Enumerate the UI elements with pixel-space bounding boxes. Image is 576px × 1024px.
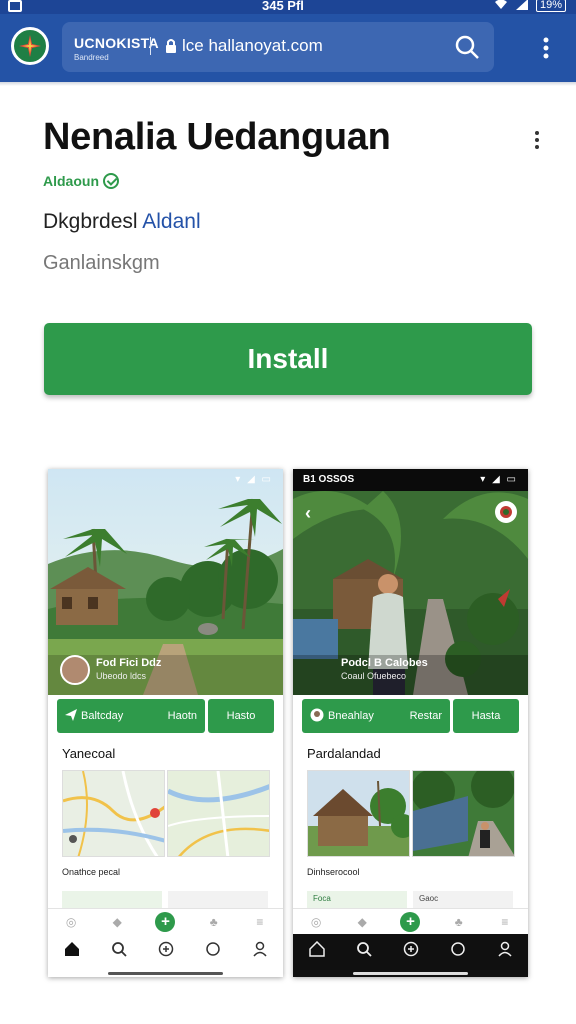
profile-icon[interactable] xyxy=(252,941,268,957)
browser-menu-icon[interactable] xyxy=(538,36,554,60)
plus-icon[interactable]: + xyxy=(155,911,176,932)
home-icon[interactable] xyxy=(64,941,80,957)
chip[interactable]: Gaoc xyxy=(413,891,513,908)
explore-icon[interactable]: ◎ xyxy=(63,914,79,930)
photo-thumbnail[interactable] xyxy=(307,770,410,857)
wifi-icon xyxy=(494,0,508,13)
search-icon[interactable] xyxy=(356,941,372,957)
browser-brand-name: UCNOKISTA xyxy=(74,35,159,51)
action-row: Bneahlay Restar Hasta xyxy=(293,699,528,735)
post-title: Podcl B Calobes xyxy=(341,657,428,669)
search-icon[interactable] xyxy=(111,941,127,957)
home-indicator xyxy=(353,972,468,975)
chat-icon[interactable] xyxy=(205,941,221,957)
leaf-icon[interactable]: ♣ xyxy=(451,914,467,930)
lock-icon xyxy=(165,38,177,54)
developer-link[interactable]: Aldaoun xyxy=(43,173,119,189)
screenshot-bottom-nav xyxy=(293,934,528,977)
map-thumbnail[interactable] xyxy=(62,770,165,857)
app-screenshot-1[interactable]: ▾ ◢ ▭ Fod Fici Ddz Ubeodo ldcs Baltcday … xyxy=(48,469,283,977)
post-subtitle: Coaul Ofuebeco xyxy=(341,671,407,681)
secondary-action-button[interactable]: Hasta xyxy=(453,699,519,733)
map-thumbnail[interactable] xyxy=(167,770,270,857)
explore-icon[interactable]: ◎ xyxy=(308,914,324,930)
chip-row: Foca Gaoc xyxy=(307,891,513,908)
address-bar[interactable]: UCNOKISTA Bandreed lce hallanoyat.com xyxy=(62,22,494,72)
status-icons: 19% xyxy=(494,0,566,13)
leaf-icon[interactable]: ♣ xyxy=(206,914,222,930)
search-icon[interactable] xyxy=(454,34,480,60)
battery-indicator: 19% xyxy=(535,0,566,12)
screenshot-status-bar: ▾ ◢ ▭ xyxy=(48,469,283,491)
screenshot-status-icons: ▾ ◢ ▭ xyxy=(235,474,273,485)
list-icon[interactable]: ≡ xyxy=(497,914,513,930)
subcategory: Ganlainskgm xyxy=(43,252,160,274)
category-line: Dkgbrdesl Aldanl xyxy=(43,210,201,234)
screenshot-status-bar: B1 OSSOS ▾ ◢ ▭ xyxy=(293,469,528,491)
primary-action-button[interactable]: Baltcday Haotn xyxy=(57,699,205,733)
primary-action-right-label: Restar xyxy=(409,710,442,722)
chip[interactable]: Foca xyxy=(307,891,407,908)
install-button[interactable]: Install xyxy=(44,323,532,395)
url-text[interactable]: lce hallanoyat.com xyxy=(182,36,323,56)
verified-icon xyxy=(103,173,119,189)
screenshot-bottom-nav xyxy=(48,934,283,977)
screenshot-status-time: B1 OSSOS xyxy=(303,474,355,485)
app-title: Nenalia Uedanguan xyxy=(43,116,391,158)
plus-icon[interactable]: + xyxy=(400,911,421,932)
chip[interactable] xyxy=(168,891,268,908)
status-bar: 345 Pfl 19% xyxy=(0,0,576,14)
action-row: Baltcday Haotn Hasto xyxy=(48,699,283,735)
signal-icon xyxy=(515,0,528,13)
notification-icon xyxy=(8,0,22,12)
tag-icon[interactable]: ◆ xyxy=(354,914,370,930)
category-prefix: Dkgbrdesl xyxy=(43,210,138,233)
post-title: Fod Fici Ddz xyxy=(96,657,162,669)
post-subtitle: Ubeodo ldcs xyxy=(96,671,147,681)
site-logo-icon[interactable] xyxy=(11,27,49,65)
app-screenshot-2[interactable]: B1 OSSOS ▾ ◢ ▭ ‹ Podcl B Calobes Coaul O… xyxy=(293,469,528,977)
secondary-action-button[interactable]: Hasto xyxy=(208,699,274,733)
back-icon[interactable]: ‹ xyxy=(305,503,311,524)
developer-name[interactable]: Aldaoun xyxy=(43,173,99,189)
section-caption: Dinhserocool xyxy=(307,867,360,877)
screenshot-tab-bar: ◎ ◆ + ♣ ≡ xyxy=(293,908,528,934)
avatar[interactable] xyxy=(60,655,90,685)
primary-action-left-label: Bneahlay xyxy=(328,710,374,722)
section-title: Yanecoal xyxy=(62,746,116,761)
add-circle-icon[interactable] xyxy=(158,941,174,957)
more-options-icon[interactable] xyxy=(530,128,544,152)
add-circle-icon[interactable] xyxy=(403,941,419,957)
category-link[interactable]: Aldanl xyxy=(142,210,200,233)
header-shadow xyxy=(0,82,576,86)
address-divider xyxy=(150,37,151,55)
section-title: Pardalandad xyxy=(307,746,381,761)
home-indicator xyxy=(108,972,223,975)
primary-action-button[interactable]: Bneahlay Restar xyxy=(302,699,450,733)
screenshot-tab-bar: ◎ ◆ + ♣ ≡ xyxy=(48,908,283,934)
profile-icon[interactable] xyxy=(497,941,513,957)
primary-action-left-label: Baltcday xyxy=(81,710,124,722)
status-time: 345 Pfl xyxy=(262,0,304,13)
screenshot-status-icons: ▾ ◢ ▭ xyxy=(480,474,518,485)
send-icon xyxy=(65,708,77,724)
chat-icon[interactable] xyxy=(450,941,466,957)
browser-brand-tagline: Bandreed xyxy=(74,53,109,62)
chip[interactable] xyxy=(62,891,162,908)
primary-action-right-label: Haotn xyxy=(167,710,197,722)
profile-icon[interactable] xyxy=(495,501,517,523)
list-icon[interactable]: ≡ xyxy=(252,914,268,930)
home-icon[interactable] xyxy=(308,940,325,957)
section-caption: Onathce pecal xyxy=(62,867,121,877)
tag-icon[interactable]: ◆ xyxy=(109,914,125,930)
avatar xyxy=(310,708,324,725)
photo-thumbnail[interactable] xyxy=(412,770,515,857)
chip-row xyxy=(62,891,268,908)
